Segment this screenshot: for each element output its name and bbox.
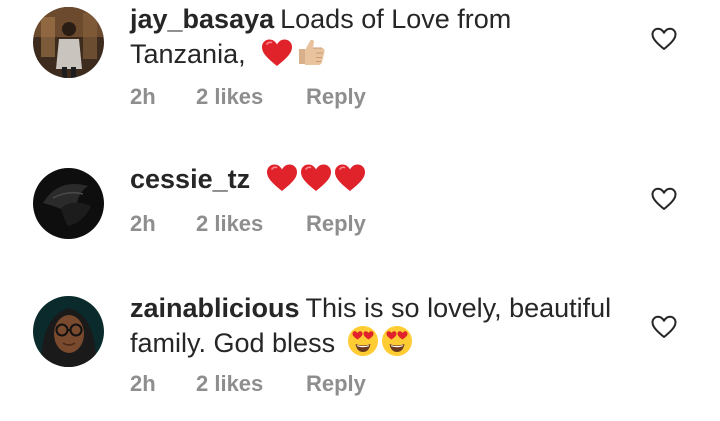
thumbs-up-emoji: [295, 36, 327, 68]
likes-count[interactable]: 2 likes: [196, 371, 306, 397]
likes-count[interactable]: 2 likes: [196, 211, 306, 237]
like-button[interactable]: [651, 315, 677, 339]
reply-button[interactable]: Reply: [306, 211, 366, 237]
comment-meta: 2h 2 likes Reply: [130, 211, 366, 237]
comment-item: jay_basaya Loads of Love from Tanzania, 2…: [0, 0, 720, 130]
red-heart-emoji: [261, 38, 293, 68]
comment-text: zainablicious This is so lovely, beautifu…: [130, 292, 630, 360]
like-button[interactable]: [651, 187, 677, 211]
comment-item: cessie_tz 2h 2 likes Reply: [0, 130, 720, 260]
reply-button[interactable]: Reply: [306, 371, 366, 397]
heart-outline-icon: [651, 187, 677, 210]
like-button[interactable]: [651, 27, 677, 51]
comment-meta: 2h 2 likes Reply: [130, 371, 366, 397]
heart-eyes-emoji: [381, 325, 413, 357]
username-link[interactable]: cessie_tz: [130, 164, 250, 194]
avatar[interactable]: [33, 168, 104, 239]
avatar[interactable]: [33, 7, 104, 78]
reply-button[interactable]: Reply: [306, 84, 366, 110]
red-heart-emoji: [334, 163, 366, 193]
heart-outline-icon: [651, 27, 677, 50]
likes-count[interactable]: 2 likes: [196, 84, 306, 110]
red-heart-emoji: [266, 163, 298, 193]
comment-text: cessie_tz: [130, 163, 630, 196]
username-link[interactable]: jay_basaya: [130, 4, 274, 34]
comment-meta: 2h 2 likes Reply: [130, 84, 366, 110]
timestamp: 2h: [130, 84, 156, 109]
avatar[interactable]: [33, 296, 104, 367]
comment-text: jay_basaya Loads of Love from Tanzania,: [130, 3, 630, 71]
timestamp: 2h: [130, 211, 156, 236]
heart-eyes-emoji: [347, 325, 379, 357]
red-heart-emoji: [300, 163, 332, 193]
timestamp: 2h: [130, 371, 156, 396]
username-link[interactable]: zainablicious: [130, 293, 300, 323]
comment-item: zainablicious This is so lovely, beautifu…: [0, 260, 720, 421]
heart-outline-icon: [651, 315, 677, 338]
